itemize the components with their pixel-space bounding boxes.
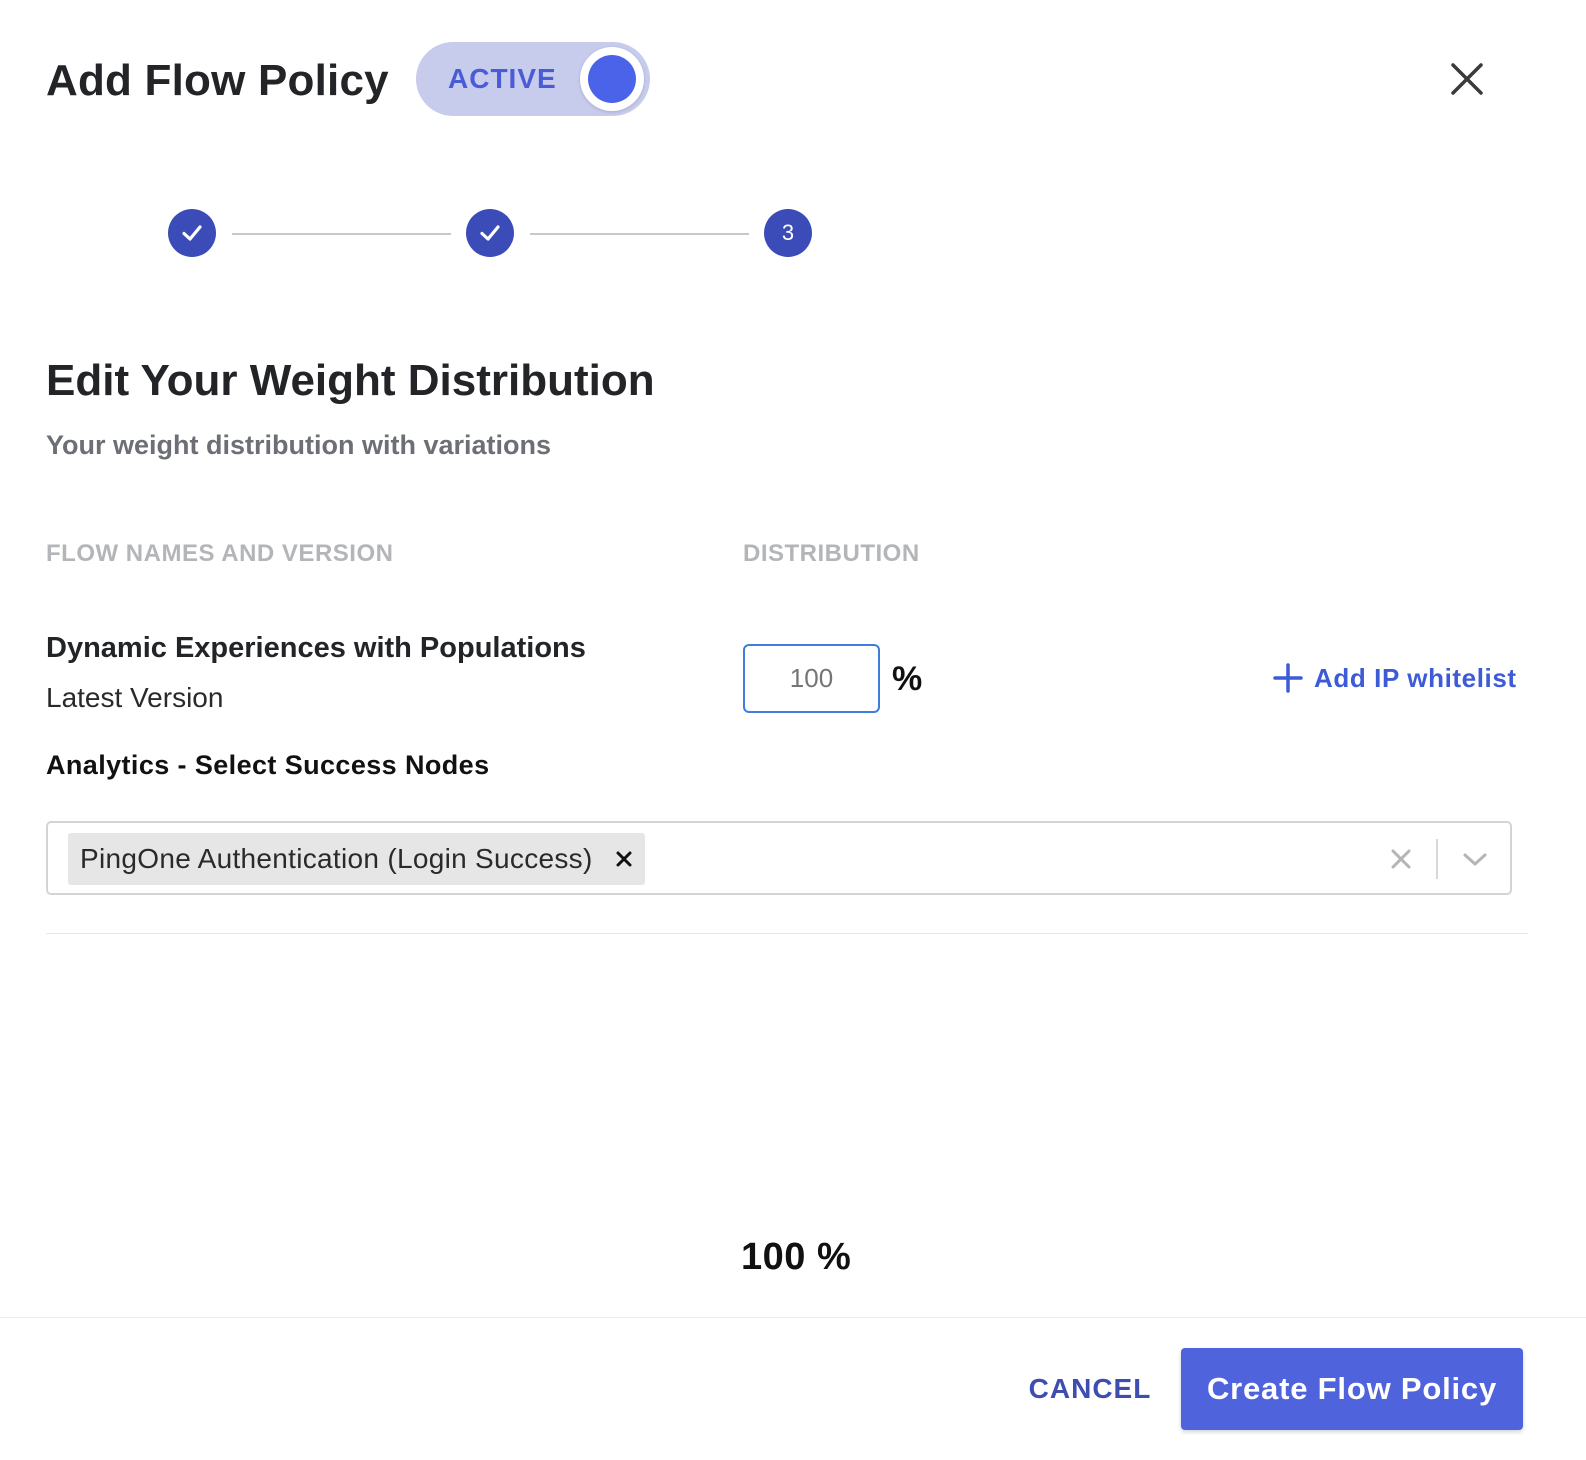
close-button[interactable] <box>1446 58 1488 100</box>
step-connector <box>530 233 749 235</box>
chevron-down-icon[interactable] <box>1462 849 1488 869</box>
analytics-label: Analytics - Select Success Nodes <box>46 750 490 780</box>
progress-stepper: 3 <box>168 209 818 259</box>
step-1 <box>168 209 216 257</box>
clear-selection-icon[interactable] <box>1390 848 1412 870</box>
content-divider <box>46 933 1528 934</box>
total-distribution: 100 % <box>741 1236 852 1278</box>
chip-label: PingOne Authentication (Login Success) <box>80 843 593 874</box>
selected-node-chip: PingOne Authentication (Login Success) <box>68 833 645 885</box>
percent-sign: % <box>892 660 923 698</box>
create-flow-policy-button[interactable]: Create Flow Policy <box>1181 1348 1523 1430</box>
add-flow-policy-dialog: Add Flow Policy ACTIVE 3 Edit Your Weigh… <box>0 0 1586 1460</box>
check-icon <box>480 225 500 241</box>
close-icon <box>1451 63 1483 95</box>
section-subtitle: Your weight distribution with variations <box>46 430 552 460</box>
section-title: Edit Your Weight Distribution <box>46 356 655 405</box>
dialog-title: Add Flow Policy <box>46 56 389 105</box>
remove-chip-icon[interactable] <box>615 850 633 868</box>
success-nodes-select[interactable]: PingOne Authentication (Login Success) <box>46 821 1512 895</box>
select-divider <box>1436 839 1438 879</box>
cancel-button[interactable]: CANCEL <box>1020 1366 1160 1412</box>
check-icon <box>182 225 202 241</box>
flow-name: Dynamic Experiences with Populations <box>46 632 586 664</box>
active-toggle[interactable]: ACTIVE <box>416 42 650 116</box>
footer-divider <box>0 1317 1586 1318</box>
step-connector <box>232 233 451 235</box>
add-ip-whitelist-label: Add IP whitelist <box>1314 662 1517 693</box>
flow-version: Latest Version <box>46 682 224 713</box>
distribution-input[interactable] <box>743 644 880 713</box>
toggle-label: ACTIVE <box>448 63 557 94</box>
flow-names-column-header: FLOW NAMES AND VERSION <box>46 540 394 567</box>
step-2 <box>466 209 514 257</box>
add-ip-whitelist-button[interactable]: Add IP whitelist <box>1272 662 1517 694</box>
distribution-column-header: DISTRIBUTION <box>743 540 920 567</box>
toggle-knob <box>580 47 644 111</box>
plus-icon <box>1273 663 1303 693</box>
step-3: 3 <box>764 209 812 257</box>
